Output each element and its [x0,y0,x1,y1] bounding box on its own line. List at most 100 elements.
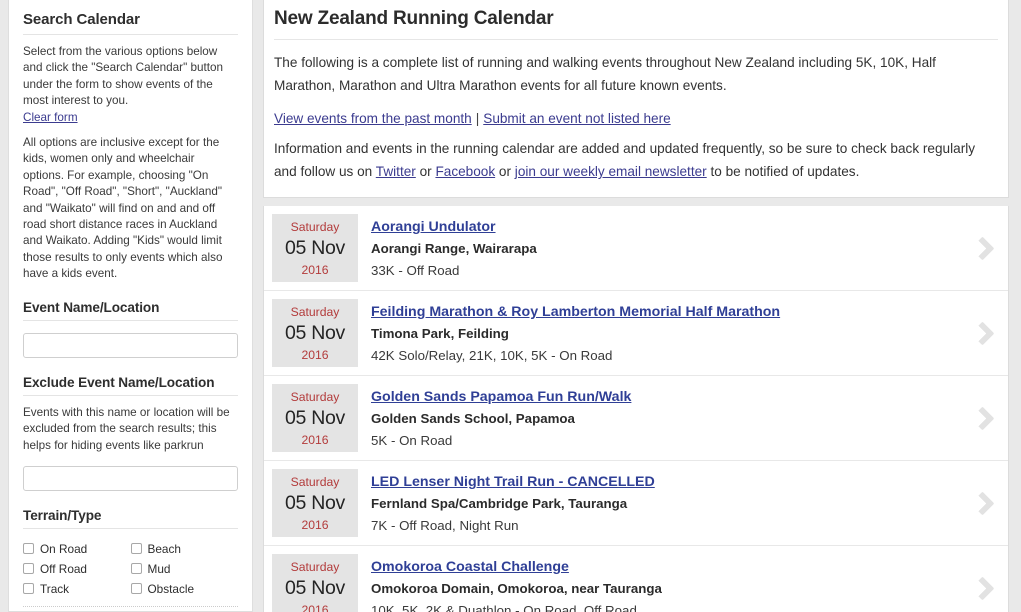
checkbox-label: Beach [147,541,181,556]
clear-form-link[interactable]: Clear form [23,111,78,124]
chevron-right-icon[interactable] [969,490,995,516]
event-day-month: 05 Nov [285,407,345,429]
checkbox-box-icon[interactable] [130,583,142,595]
event-date-block: Saturday 05 Nov 2016 [272,299,358,367]
event-name-link[interactable]: Omokoroa Coastal Challenge [371,559,569,575]
checkbox-track[interactable]: Track [23,579,131,599]
page-root: Search Calendar Select from the various … [0,0,1021,612]
checkbox-label: Track [40,581,70,596]
event-year: 2016 [301,263,329,277]
submit-event-link[interactable]: Submit an event not listed here [483,111,670,126]
checkbox-off-road[interactable]: Off Road [23,559,131,579]
page-title: New Zealand Running Calendar [274,8,998,40]
twitter-link[interactable]: Twitter [376,164,416,179]
checkbox-box-icon[interactable] [130,543,142,555]
terrain-type-checkbox-grid: On Road Off Road Track Beach Mud Obstacl… [23,539,238,611]
event-name-input[interactable] [23,332,238,358]
event-list-item[interactable]: Saturday 05 Nov 2016 Feilding Marathon &… [264,291,1008,376]
event-name-link[interactable]: LED Lenser Night Trail Run - CANCELLED [371,474,655,490]
update-info-or-2: or [495,164,515,179]
event-location: Timona Park, Feilding [371,326,509,341]
search-calendar-sidebar: Search Calendar Select from the various … [8,0,253,612]
event-distances: 7K - Off Road, Night Run [371,518,519,533]
link-separator: | [475,111,480,126]
checkbox-label: On Road [40,541,88,556]
event-name-link[interactable]: Feilding Marathon & Roy Lamberton Memori… [371,304,780,320]
newsletter-link[interactable]: join our weekly email newsletter [515,164,707,179]
calendar-header-panel: New Zealand Running Calendar The followi… [263,0,1009,198]
chevron-right-icon[interactable] [969,235,995,261]
event-name-link[interactable]: Aorangi Undulator [371,219,496,235]
checkbox-label: Off Road [40,561,87,576]
view-past-month-link[interactable]: View events from the past month [274,111,472,126]
event-day-month: 05 Nov [285,322,345,344]
checkbox-beach[interactable]: Beach [130,539,239,559]
event-open-arrow[interactable] [956,376,1008,460]
header-links: View events from the past month | Submit a… [274,111,998,126]
event-year: 2016 [301,518,329,532]
checkbox-mud[interactable]: Mud [130,559,239,579]
event-list-item[interactable]: Saturday 05 Nov 2016 Omokoroa Coastal Ch… [264,546,1008,612]
update-info-paragraph: Information and events in the running ca… [274,137,998,183]
event-location: Fernland Spa/Cambridge Park, Tauranga [371,496,628,511]
event-open-arrow[interactable] [956,291,1008,375]
event-open-arrow[interactable] [956,206,1008,290]
checkbox-column-left: On Road Off Road Track [23,539,131,599]
checkbox-box-icon[interactable] [23,543,34,555]
event-date-block: Saturday 05 Nov 2016 [272,554,358,612]
checkbox-group-divider [23,605,238,607]
event-day-of-week: Saturday [290,390,340,404]
checkbox-obstacle[interactable]: Obstacle [130,579,239,599]
event-list-item[interactable]: Saturday 05 Nov 2016 Aorangi Undulator A… [264,206,1008,291]
checkbox-on-road[interactable]: On Road [23,539,131,559]
event-details: Omokoroa Coastal Challenge Omokoroa Doma… [358,546,956,612]
event-date-block: Saturday 05 Nov 2016 [272,214,358,282]
event-date-block: Saturday 05 Nov 2016 [272,384,358,452]
event-location: Omokoroa Domain, Omokoroa, near Tauranga [371,581,662,596]
event-details: LED Lenser Night Trail Run - CANCELLED F… [358,461,956,545]
event-date-block: Saturday 05 Nov 2016 [272,469,358,537]
sidebar-title: Search Calendar [23,11,238,35]
event-day-month: 05 Nov [285,237,345,259]
chevron-right-icon[interactable] [969,405,995,431]
checkbox-box-icon[interactable] [130,563,142,575]
chevron-right-icon[interactable] [969,575,995,601]
event-list-item[interactable]: Saturday 05 Nov 2016 LED Lenser Night Tr… [264,461,1008,546]
checkbox-label: Mud [147,561,171,576]
event-year: 2016 [301,433,329,447]
checkbox-row: On Road Off Road Track Beach Mud Obstacl… [23,539,238,599]
exclude-note-text: Events with this name or location will b… [23,405,230,452]
event-name-heading: Event Name/Location [23,300,238,321]
event-year: 2016 [301,603,329,612]
event-list-item[interactable]: Saturday 05 Nov 2016 Golden Sands Papamo… [264,376,1008,461]
sidebar-intro-copy: Select from the various options below an… [23,45,223,108]
checkbox-column-right: Beach Mud Obstacle [130,539,239,599]
event-distances: 33K - Off Road [371,263,460,278]
event-day-of-week: Saturday [290,475,340,489]
facebook-link[interactable]: Facebook [435,164,495,179]
sidebar-intro-text: Select from the various options below an… [23,44,238,126]
update-info-suffix: to be notified of updates. [706,164,860,179]
exclude-event-name-input[interactable] [23,465,238,491]
main-content: New Zealand Running Calendar The followi… [253,0,1021,612]
terrain-type-heading: Terrain/Type [23,508,238,529]
exclude-event-name-heading: Exclude Event Name/Location [23,375,238,396]
checkbox-box-icon[interactable] [23,583,34,595]
event-details: Golden Sands Papamoa Fun Run/Walk Golden… [358,376,956,460]
event-open-arrow[interactable] [956,461,1008,545]
checkbox-box-icon[interactable] [23,563,34,575]
update-info-or-1: or [415,164,436,179]
event-name-link[interactable]: Golden Sands Papamoa Fun Run/Walk [371,389,631,405]
event-open-arrow[interactable] [956,546,1008,612]
chevron-right-icon[interactable] [969,320,995,346]
event-details: Feilding Marathon & Roy Lamberton Memori… [358,291,956,375]
event-list-panel: Saturday 05 Nov 2016 Aorangi Undulator A… [263,206,1009,612]
event-distances: 42K Solo/Relay, 21K, 10K, 5K - On Road [371,348,613,363]
event-location: Aorangi Range, Wairarapa [371,241,537,256]
event-day-of-week: Saturday [290,560,340,574]
event-day-month: 05 Nov [285,577,345,599]
sidebar-options-note: All options are inclusive except for the… [23,136,223,281]
event-day-of-week: Saturday [290,220,340,234]
terrain-group-surface: On Road Off Road Track Beach Mud Obstacl… [23,539,238,599]
event-location: Golden Sands School, Papamoa [371,411,575,426]
